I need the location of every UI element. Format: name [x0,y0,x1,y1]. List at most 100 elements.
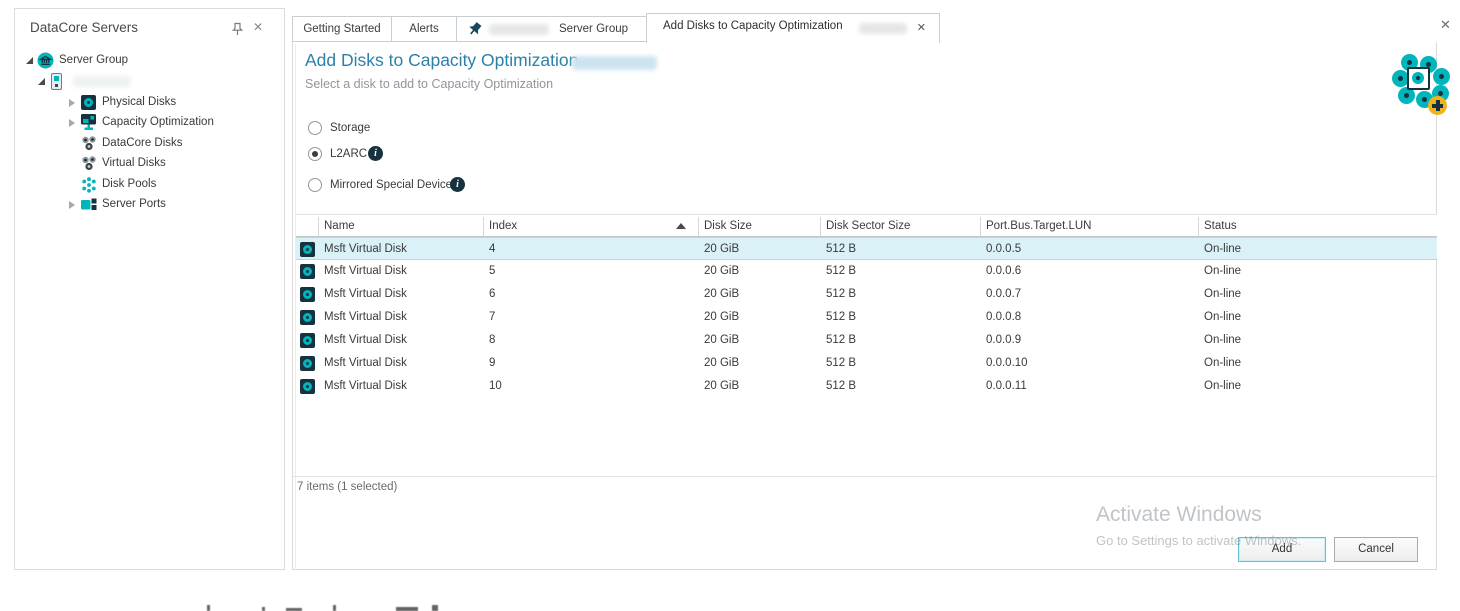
cell-status: On-line [1204,306,1241,328]
cell-index: 5 [489,260,495,282]
cell-size: 20 GiB [704,306,739,328]
cell-index: 9 [489,352,495,374]
sort-ascending-icon [676,223,686,229]
cell-index: 7 [489,306,495,328]
tab-getting-started[interactable]: Getting Started [292,16,392,42]
server-icon [51,73,62,90]
physical-disk-icon [81,95,96,110]
column-header-sector-size[interactable]: Disk Sector Size [826,215,910,237]
table-row[interactable]: Msft Virtual Disk 6 20 GiB 512 B 0.0.0.7… [296,283,1437,306]
expander-closed-icon[interactable] [69,201,75,209]
cell-sector: 512 B [826,329,856,351]
cell-sector: 512 B [826,260,856,282]
cropped-text-artifact [207,605,210,611]
cell-name: Msft Virtual Disk [324,260,407,282]
redacted-text [73,76,131,87]
cell-status: On-line [1204,260,1241,282]
cell-size: 20 GiB [704,329,739,351]
items-count-label: 7 items (1 selected) [297,481,397,493]
tree-item-label: Virtual Disks [102,154,166,173]
virtual-disks-icon [81,156,97,178]
close-window-icon[interactable]: ✕ [1440,17,1451,33]
expander-closed-icon[interactable] [69,99,75,107]
disk-icon [300,379,315,394]
cell-status: On-line [1204,375,1241,397]
radio-mirrored-special-device[interactable] [308,178,322,192]
table-row[interactable]: Msft Virtual Disk 8 20 GiB 512 B 0.0.0.9… [296,329,1437,352]
close-panel-icon[interactable]: ✕ [253,20,263,34]
info-icon[interactable]: i [368,146,383,161]
table-row[interactable]: Msft Virtual Disk 10 20 GiB 512 B 0.0.0.… [296,375,1437,398]
tab-alerts[interactable]: Alerts [391,16,457,42]
table-row[interactable]: Msft Virtual Disk 7 20 GiB 512 B 0.0.0.8… [296,306,1437,329]
tree-item-label: Server Ports [102,195,166,214]
redacted-text [859,23,907,34]
add-button[interactable]: Add [1238,537,1326,562]
add-plus-icon [1428,96,1447,115]
panel-title: DataCore Servers [30,20,138,35]
cell-name: Msft Virtual Disk [324,238,407,260]
expander-open-icon[interactable] [38,78,45,85]
add-disks-logo-icon [1392,54,1450,118]
tab-server-group[interactable]: Server Group [456,16,647,42]
cell-lun: 0.0.0.10 [986,352,1028,374]
cell-status: On-line [1204,238,1241,260]
cell-index: 10 [489,375,502,397]
cell-name: Msft Virtual Disk [324,329,407,351]
cropped-text-artifact [262,607,265,611]
cell-name: Msft Virtual Disk [324,283,407,305]
cell-status: On-line [1204,283,1241,305]
datacore-disks-icon [81,136,97,158]
cell-sector: 512 B [826,352,856,374]
app-window: DataCore Servers ✕ Server Group Physical… [0,0,1460,611]
tab-add-disks-active[interactable]: Add Disks to Capacity Optimization ✕ [646,13,940,43]
radio-l2arc[interactable] [308,147,322,161]
cancel-button[interactable]: Cancel [1334,537,1418,562]
disk-icon [1407,67,1430,90]
column-header-lun[interactable]: Port.Bus.Target.LUN [986,215,1091,237]
column-header-index[interactable]: Index [489,215,517,237]
pin-icon[interactable] [231,22,245,36]
disk-icon [300,242,315,257]
cell-sector: 512 B [826,238,856,260]
radio-storage[interactable] [308,121,322,135]
table-row[interactable]: Msft Virtual Disk 9 20 GiB 512 B 0.0.0.1… [296,352,1437,375]
column-header-disk-size[interactable]: Disk Size [704,215,752,237]
cell-lun: 0.0.0.8 [986,306,1021,328]
tab-label: Getting Started [303,23,380,35]
cell-status: On-line [1204,329,1241,351]
radio-storage-label[interactable]: Storage [330,122,370,134]
radio-mirrored-label[interactable]: Mirrored Special Device [330,179,452,191]
tree-item-label: Physical Disks [102,93,176,112]
cell-sector: 512 B [826,306,856,328]
column-header-status[interactable]: Status [1204,215,1237,237]
disk-icon [300,333,315,348]
disk-icon [300,356,315,371]
cropped-text-artifact [333,605,336,611]
cell-name: Msft Virtual Disk [324,352,407,374]
cell-size: 20 GiB [704,352,739,374]
cell-sector: 512 B [826,375,856,397]
capacity-optimization-icon [80,113,97,138]
expander-open-icon[interactable] [26,57,33,64]
cell-size: 20 GiB [704,238,739,260]
expander-closed-icon[interactable] [69,119,75,127]
page-title: Add Disks to Capacity Optimization [305,50,578,71]
close-tab-icon[interactable]: ✕ [917,21,926,34]
disk-icon [300,287,315,302]
tab-label: Add Disks to Capacity Optimization [663,20,843,32]
datacore-servers-panel: DataCore Servers ✕ Server Group Physical… [14,8,285,570]
tab-label: Alerts [409,23,438,35]
cell-lun: 0.0.0.6 [986,260,1021,282]
tree-item-label: Server Group [59,51,128,70]
tree-item-label: DataCore Disks [102,134,183,153]
table-row[interactable]: Msft Virtual Disk 4 20 GiB 512 B 0.0.0.5… [296,237,1437,260]
radio-l2arc-label[interactable]: L2ARC [330,148,367,160]
cropped-text-artifact [432,605,438,611]
info-icon[interactable]: i [450,177,465,192]
column-header-name[interactable]: Name [324,215,355,237]
cell-status: On-line [1204,352,1241,374]
cell-lun: 0.0.0.7 [986,283,1021,305]
table-header: Name Index Disk Size Disk Sector Size Po… [296,214,1437,237]
table-row[interactable]: Msft Virtual Disk 5 20 GiB 512 B 0.0.0.6… [296,260,1437,283]
